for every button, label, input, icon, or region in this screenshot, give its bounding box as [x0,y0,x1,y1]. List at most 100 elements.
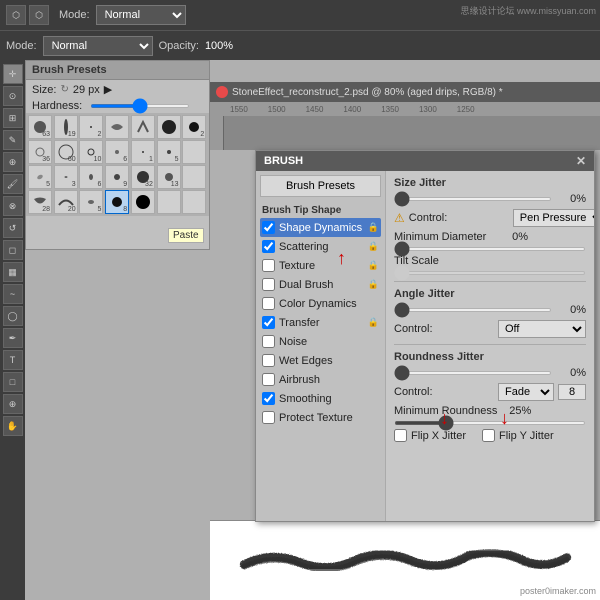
bp-cell-16[interactable]: 6 [79,165,103,189]
flip-y-row[interactable]: Flip Y Jitter [482,429,554,442]
brush-tool[interactable]: 🖌 [3,174,23,194]
tilt-scale-slider[interactable] [394,271,586,275]
transfer-cb[interactable] [262,316,275,329]
hand-tool[interactable]: ✋ [3,416,23,436]
toolbar-brush-btn[interactable]: ⬡ [29,5,49,25]
bp-cell-27[interactable] [182,190,206,214]
history-tool[interactable]: ↺ [3,218,23,238]
bp-hardness-slider[interactable] [90,104,190,108]
bp-cell-24[interactable]: 8 [105,190,129,214]
color-dynamics-row[interactable]: Color Dynamics [260,294,381,313]
flip-x-row[interactable]: Flip X Jitter [394,429,466,442]
dual-brush-row[interactable]: Dual Brush 🔒 [260,275,381,294]
angle-jitter-slider[interactable] [394,308,552,312]
brush-panel-close-btn[interactable]: ✕ [576,154,586,168]
noise-cb[interactable] [262,335,275,348]
bp-cell-22[interactable]: 20 [54,190,78,214]
shape-dynamics-row[interactable]: Shape Dynamics 🔒 [260,218,381,237]
smoothing-cb[interactable] [262,392,275,405]
move-tool[interactable]: ✛ [3,64,23,84]
wet-edges-cb[interactable] [262,354,275,367]
bp-reset-icon[interactable]: ↻ [60,84,68,95]
fade-value-input[interactable]: 8 [558,384,586,400]
bp-cell-15[interactable]: 3 [54,165,78,189]
roundness-jitter-slider[interactable] [394,371,552,375]
airbrush-row[interactable]: Airbrush [260,370,381,389]
bp-cell-17[interactable]: 9 [105,165,129,189]
texture-row[interactable]: Texture 🔒 [260,256,381,275]
bp-cell-25[interactable] [131,190,155,214]
size-jitter-value: 0% [556,193,586,205]
flip-y-cb[interactable] [482,429,495,442]
brush-panel-right: Size Jitter 0% ⚠ Control: Pen Pressure M… [386,171,594,521]
bp-cell-19[interactable]: 13 [157,165,181,189]
toolbar-history-btn[interactable]: ⬡ [6,5,26,25]
bp-cell-4[interactable] [131,115,155,139]
dodge-tool[interactable]: ◯ [3,306,23,326]
bp-cell-1[interactable]: 19 [54,115,78,139]
bp-cell-21[interactable]: 28 [28,190,52,214]
airbrush-cb[interactable] [262,373,275,386]
color-dynamics-cb[interactable] [262,297,275,310]
angle-jitter-row: 0% [394,304,586,316]
zoom-tool[interactable]: ⊕ [3,394,23,414]
scattering-cb[interactable] [262,240,275,253]
shape-tool[interactable]: □ [3,372,23,392]
heal-tool[interactable]: ⊕ [3,152,23,172]
bp-size-arrow[interactable]: ▶ [104,83,112,96]
lasso-tool[interactable]: ⊙ [3,86,23,106]
bp-cell-6[interactable]: 2 [182,115,206,139]
bp-cell-14[interactable]: 5 [28,165,52,189]
bp-cell-12[interactable]: 5 [157,140,181,164]
smudge-tool[interactable]: ~ [3,284,23,304]
min-roundness-slider[interactable] [394,421,586,425]
bp-cell-9[interactable]: 10 [79,140,103,164]
doc-close-btn[interactable] [216,86,228,98]
text-tool[interactable]: T [3,350,23,370]
gradient-tool[interactable]: ▦ [3,262,23,282]
eraser-tool[interactable]: ◻ [3,240,23,260]
shape-dynamics-cb[interactable] [262,221,275,234]
bp-cell-5[interactable] [157,115,181,139]
crop-tool[interactable]: ⊞ [3,108,23,128]
transfer-row[interactable]: Transfer 🔒 [260,313,381,332]
brush-presets-btn[interactable]: Brush Presets [260,175,381,197]
control-off-select[interactable]: Off [498,320,586,338]
protect-texture-row[interactable]: Protect Texture [260,408,381,427]
eyedropper-tool[interactable]: ✎ [3,130,23,150]
bp-cell-10[interactable]: 6 [105,140,129,164]
bp-cell-20[interactable] [182,165,206,189]
mode-select2[interactable]: Normal [43,36,153,56]
smoothing-row[interactable]: Smoothing [260,389,381,408]
size-jitter-slider[interactable] [394,197,552,201]
bp-cell-7[interactable]: 36 [28,140,52,164]
control-fade-select[interactable]: Fade [498,383,554,401]
brush-panel-header: BRUSH ✕ [256,151,594,171]
bp-cell-3[interactable] [105,115,129,139]
bp-cell-11[interactable]: 1 [131,140,155,164]
brush-presets-small-panel: Brush Presets Size: ↻ 29 px ▶ Hardness: … [25,60,210,250]
bp-cell-8[interactable]: 60 [54,140,78,164]
protect-texture-cb[interactable] [262,411,275,424]
control-pen-select[interactable]: Pen Pressure [513,209,594,227]
control-off-row: Control: Off [394,320,586,338]
bp-cell-26[interactable] [157,190,181,214]
dual-brush-cb[interactable] [262,278,275,291]
texture-cb[interactable] [262,259,275,272]
scattering-row[interactable]: Scattering 🔒 [260,237,381,256]
pen-tool[interactable]: ✒ [3,328,23,348]
min-diameter-slider[interactable] [394,247,586,251]
bp-size-value: 29 px [73,84,100,96]
bp-cell-2[interactable]: 2 [79,115,103,139]
bp-cell-18[interactable]: 32 [131,165,155,189]
bp-cell-23[interactable]: 5 [79,190,103,214]
wet-edges-row[interactable]: Wet Edges [260,351,381,370]
bp-cell-0[interactable]: 63 [28,115,52,139]
brush-panel: BRUSH ✕ Brush Presets Brush Tip Shape Sh… [255,150,595,522]
mode-select[interactable]: Normal [96,5,186,25]
wet-edges-label: Wet Edges [279,355,333,367]
noise-row[interactable]: Noise [260,332,381,351]
flip-x-cb[interactable] [394,429,407,442]
stamp-tool[interactable]: ⊗ [3,196,23,216]
bp-cell-13[interactable] [182,140,206,164]
